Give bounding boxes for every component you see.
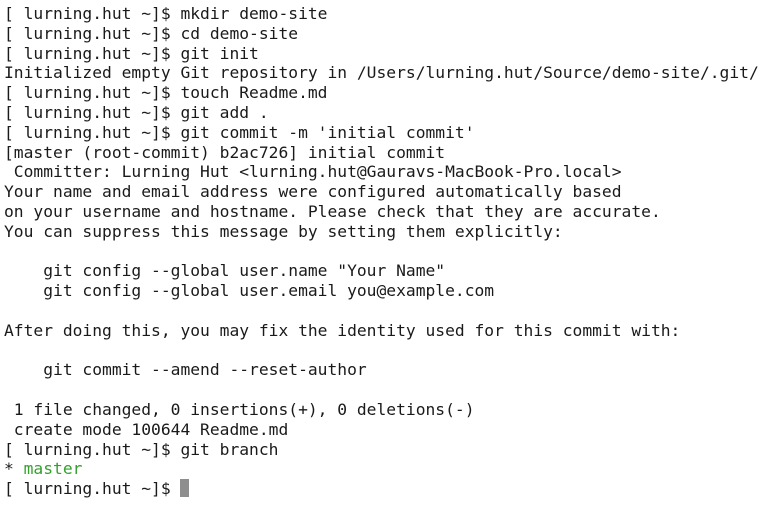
active-prompt-line[interactable]: [ lurning.hut ~]$ — [4, 479, 768, 499]
terminal-line: Committer: Lurning Hut <lurning.hut@Gaur… — [4, 162, 622, 182]
terminal-line: git config --global user.name "Your Name… — [4, 261, 446, 281]
terminal-line: You can suppress this message by setting… — [4, 221, 563, 241]
terminal-line: create mode 100644 Readme.md — [4, 419, 289, 439]
terminal-line: 1 file changed, 0 insertions(+), 0 delet… — [4, 399, 475, 419]
terminal-line: After doing this, you may fix the identi… — [4, 320, 681, 340]
terminal-line: [ lurning.hut ~]$ touch Readme.md — [4, 83, 328, 103]
text-cursor[interactable] — [180, 479, 190, 498]
terminal-line: [ lurning.hut ~]$ git branch — [4, 439, 279, 459]
current-branch-name: master — [23, 459, 83, 479]
terminal-line: [master (root-commit) b2ac726] initial c… — [4, 142, 446, 162]
terminal-line: [ lurning.hut ~]$ cd demo-site — [4, 23, 299, 43]
terminal-line: [ lurning.hut ~]$ mkdir demo-site — [4, 4, 328, 23]
shell-prompt: [ lurning.hut ~]$ — [4, 479, 181, 499]
terminal-line: [ lurning.hut ~]$ git init — [4, 43, 259, 63]
current-branch-marker: * — [4, 459, 24, 479]
terminal-window[interactable]: [ lurning.hut ~]$ mkdir demo-site [ lurn… — [0, 0, 768, 507]
terminal-line: [ lurning.hut ~]$ git add . — [4, 102, 269, 122]
branch-list-line: * master — [4, 459, 768, 479]
terminal-line: [ lurning.hut ~]$ git commit -m 'initial… — [4, 122, 475, 142]
terminal-line: on your username and hostname. Please ch… — [4, 201, 661, 221]
terminal-line: git commit --amend --reset-author — [4, 360, 367, 380]
terminal-line: Initialized empty Git repository in /Use… — [4, 63, 759, 83]
terminal-line: git config --global user.email you@examp… — [4, 281, 495, 301]
terminal-line: Your name and email address were configu… — [4, 182, 622, 202]
